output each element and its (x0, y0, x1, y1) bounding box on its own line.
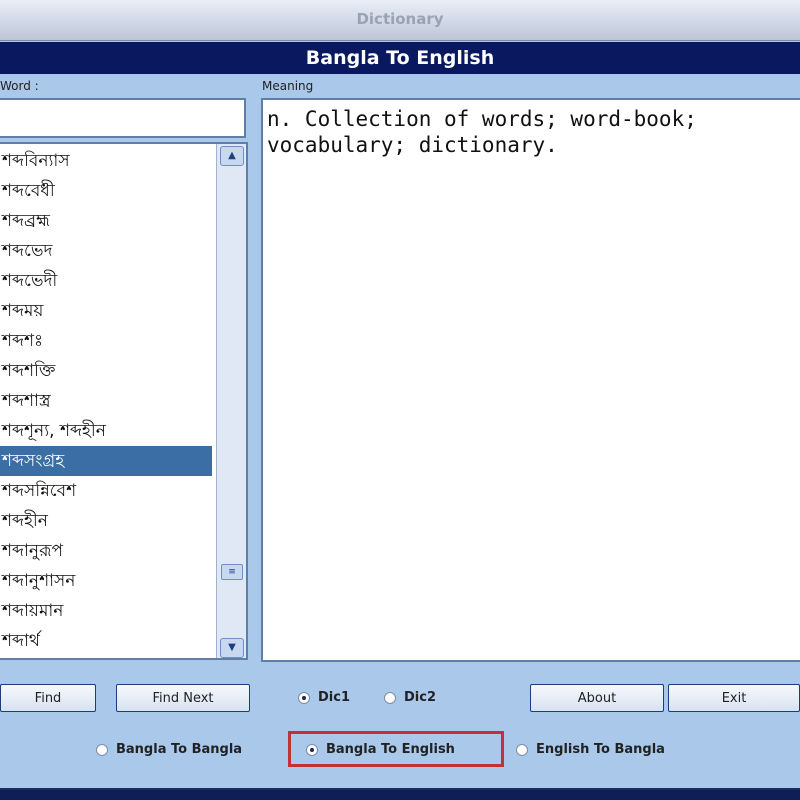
word-label: Word : (0, 79, 39, 93)
list-item[interactable]: শব্দানুরূপ (0, 536, 212, 566)
dic1-label: Dic1 (318, 690, 350, 705)
scroll-thumb[interactable]: ≡ (221, 564, 243, 580)
word-list-scrollbar[interactable]: ▲ ≡ ▼ (216, 144, 246, 658)
dic1-radio-icon (298, 691, 310, 704)
list-item[interactable]: শব্দভেদ (0, 236, 212, 266)
english-to-bangla-radio-icon (516, 743, 528, 756)
meaning-label: Meaning (262, 79, 314, 93)
english-to-bangla-label: English To Bangla (536, 742, 665, 757)
dictionary-window: Dictionary Bangla To English Word : Mean… (0, 0, 800, 790)
list-item[interactable]: শব্দভেদী (0, 266, 212, 296)
scroll-up-icon[interactable]: ▲ (220, 146, 244, 166)
title-bar[interactable]: Dictionary (0, 0, 800, 41)
exit-button[interactable]: Exit (668, 684, 800, 712)
highlight-outline (288, 731, 504, 767)
window-title: Dictionary (356, 10, 444, 28)
meaning-text: n. Collection of words; word-book; vocab… (261, 98, 800, 662)
list-item[interactable]: শব্দশাস্ত্র (0, 386, 212, 416)
find-button[interactable]: Find (0, 684, 96, 712)
dic1-radio[interactable]: Dic1 (298, 690, 350, 705)
word-list[interactable]: শব্দবিন্যাস শব্দবেধী শব্দব্রহ্ম শব্দভেদ শব্দ… (0, 142, 248, 660)
list-item[interactable]: শব্দহীন (0, 506, 212, 536)
list-item[interactable]: শব্দশঃ (0, 326, 212, 356)
bangla-to-bangla-radio-icon (96, 743, 108, 756)
list-item[interactable]: শব্দসংগ্রহ (0, 446, 212, 476)
bangla-to-bangla-radio[interactable]: Bangla To Bangla (96, 742, 242, 757)
list-item[interactable]: শব্দশূন্য, শব্দহীন (0, 416, 212, 446)
english-to-bangla-radio[interactable]: English To Bangla (516, 742, 665, 757)
list-item[interactable]: শব্দময় (0, 296, 212, 326)
mode-title: Bangla To English (0, 42, 800, 74)
list-item[interactable]: শব্দব্রহ্ম (0, 206, 212, 236)
dic2-radio-icon (384, 691, 396, 704)
find-next-button[interactable]: Find Next (116, 684, 250, 712)
list-item[interactable]: শব্দার্থ (0, 626, 212, 656)
bangla-to-bangla-label: Bangla To Bangla (116, 742, 243, 757)
dic2-radio[interactable]: Dic2 (384, 690, 436, 705)
list-item[interactable]: শব্দায়মান (0, 596, 212, 626)
list-item[interactable]: শব্দবেধী (0, 176, 212, 206)
list-item[interactable]: শব্দবিন্যাস (0, 146, 212, 176)
word-input[interactable] (0, 98, 246, 138)
list-item[interactable]: শব্দানুশাসন (0, 566, 212, 596)
about-button[interactable]: About (530, 684, 664, 712)
list-item[interactable]: শব্দশক্তি (0, 356, 212, 386)
dic2-label: Dic2 (404, 690, 436, 705)
list-item[interactable]: শব্দসন্নিবেশ (0, 476, 212, 506)
scroll-down-icon[interactable]: ▼ (220, 638, 244, 658)
